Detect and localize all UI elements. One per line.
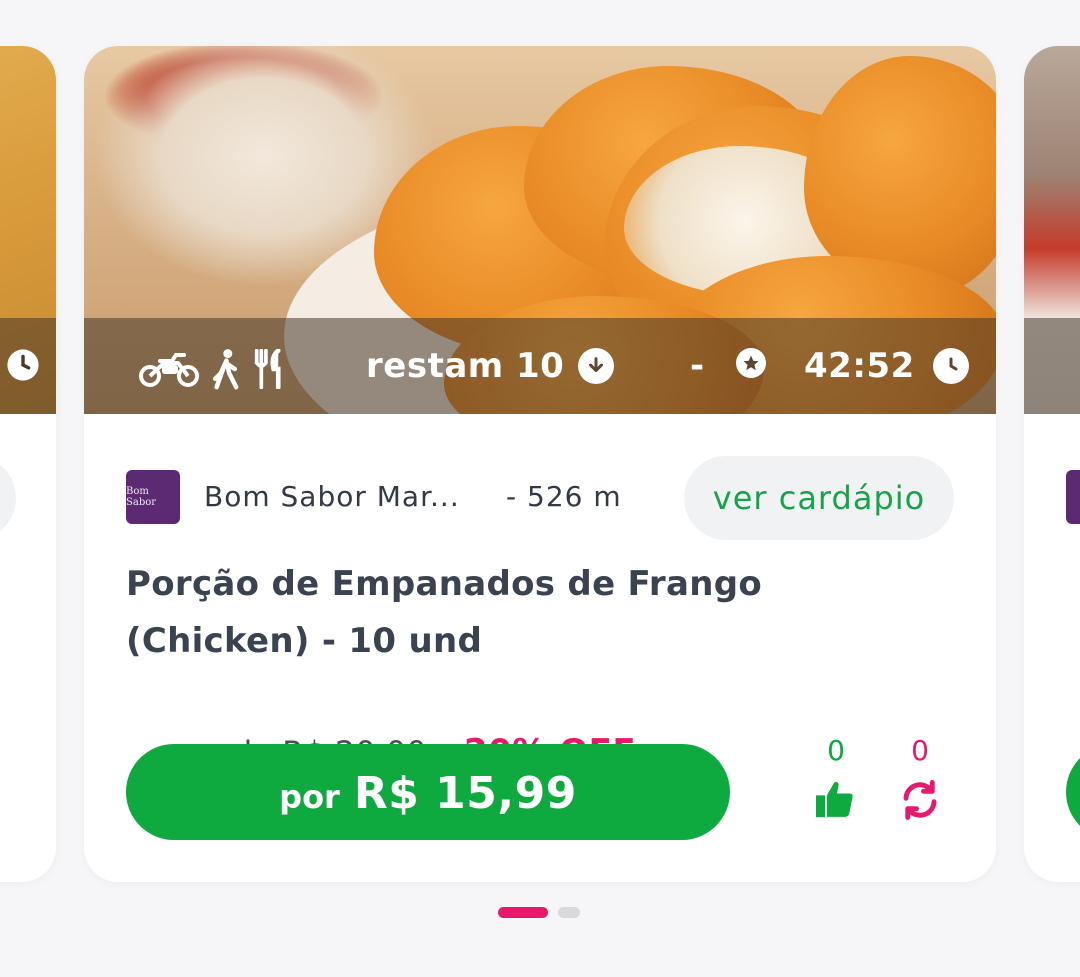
delivery-modes [138, 348, 288, 394]
card-overlay: restam 10 - 42:52 [84, 318, 996, 414]
buy-button-prefix: por [279, 778, 340, 816]
remaining-count: restam 10 [366, 346, 615, 386]
product-photo: restam 10 - 42:52 [84, 46, 996, 414]
thumbs-up-icon[interactable] [806, 779, 866, 819]
refresh-icon[interactable] [890, 779, 950, 821]
refresh-control[interactable]: 0 [890, 734, 950, 821]
store-logo-text: Bom Sabor [126, 486, 157, 508]
refresh-count: 0 [911, 734, 929, 767]
buy-button-price: R$ 15,99 [353, 768, 577, 819]
view-menu-button[interactable]: ver cardápio [684, 456, 954, 540]
offer-card-next[interactable] [1024, 46, 1080, 882]
store-logo[interactable]: Bom Sabor [126, 470, 180, 524]
pagination-dot[interactable] [558, 907, 580, 918]
rating-separator: - [690, 346, 705, 386]
card-overlay [0, 318, 56, 414]
store-info: Bom Sabor Bom Sabor Mar... - 526 m ver c… [126, 456, 956, 540]
menu-button-previous[interactable] [0, 456, 16, 540]
pagination-dot-active[interactable] [498, 907, 548, 918]
like-count: 0 [827, 734, 845, 767]
clock-icon [932, 348, 969, 384]
store-logo[interactable] [1066, 470, 1080, 524]
buy-button[interactable]: por R$ 15,99 [126, 744, 730, 840]
store-name[interactable]: Bom Sabor Mar... [204, 480, 460, 513]
motorcycle-icon [138, 351, 200, 391]
carousel-pagination [498, 907, 580, 918]
product-title: Porção de Empanados de Frango (Chicken) … [126, 564, 763, 661]
like-control[interactable]: 0 [806, 734, 866, 819]
walking-icon [208, 348, 242, 394]
countdown-timer: 42:52 [804, 346, 915, 386]
countdown: 42:52 [804, 346, 969, 386]
clock-icon [6, 348, 40, 386]
offer-card[interactable]: restam 10 - 42:52 Bom Sabor Bom Sabor Ma… [84, 46, 996, 882]
store-distance: - 526 m [506, 480, 622, 513]
download-circle-icon [578, 348, 615, 384]
card-overlay [1024, 318, 1080, 414]
offers-carousel: restam 10 - 42:52 Bom Sabor Bom Sabor Ma… [0, 0, 1080, 977]
star-circle-icon [736, 348, 766, 378]
buy-button-next[interactable] [1066, 744, 1080, 840]
remaining-text: restam 10 [366, 346, 565, 386]
offer-card-previous[interactable] [0, 46, 56, 882]
utensils-icon [250, 348, 288, 393]
